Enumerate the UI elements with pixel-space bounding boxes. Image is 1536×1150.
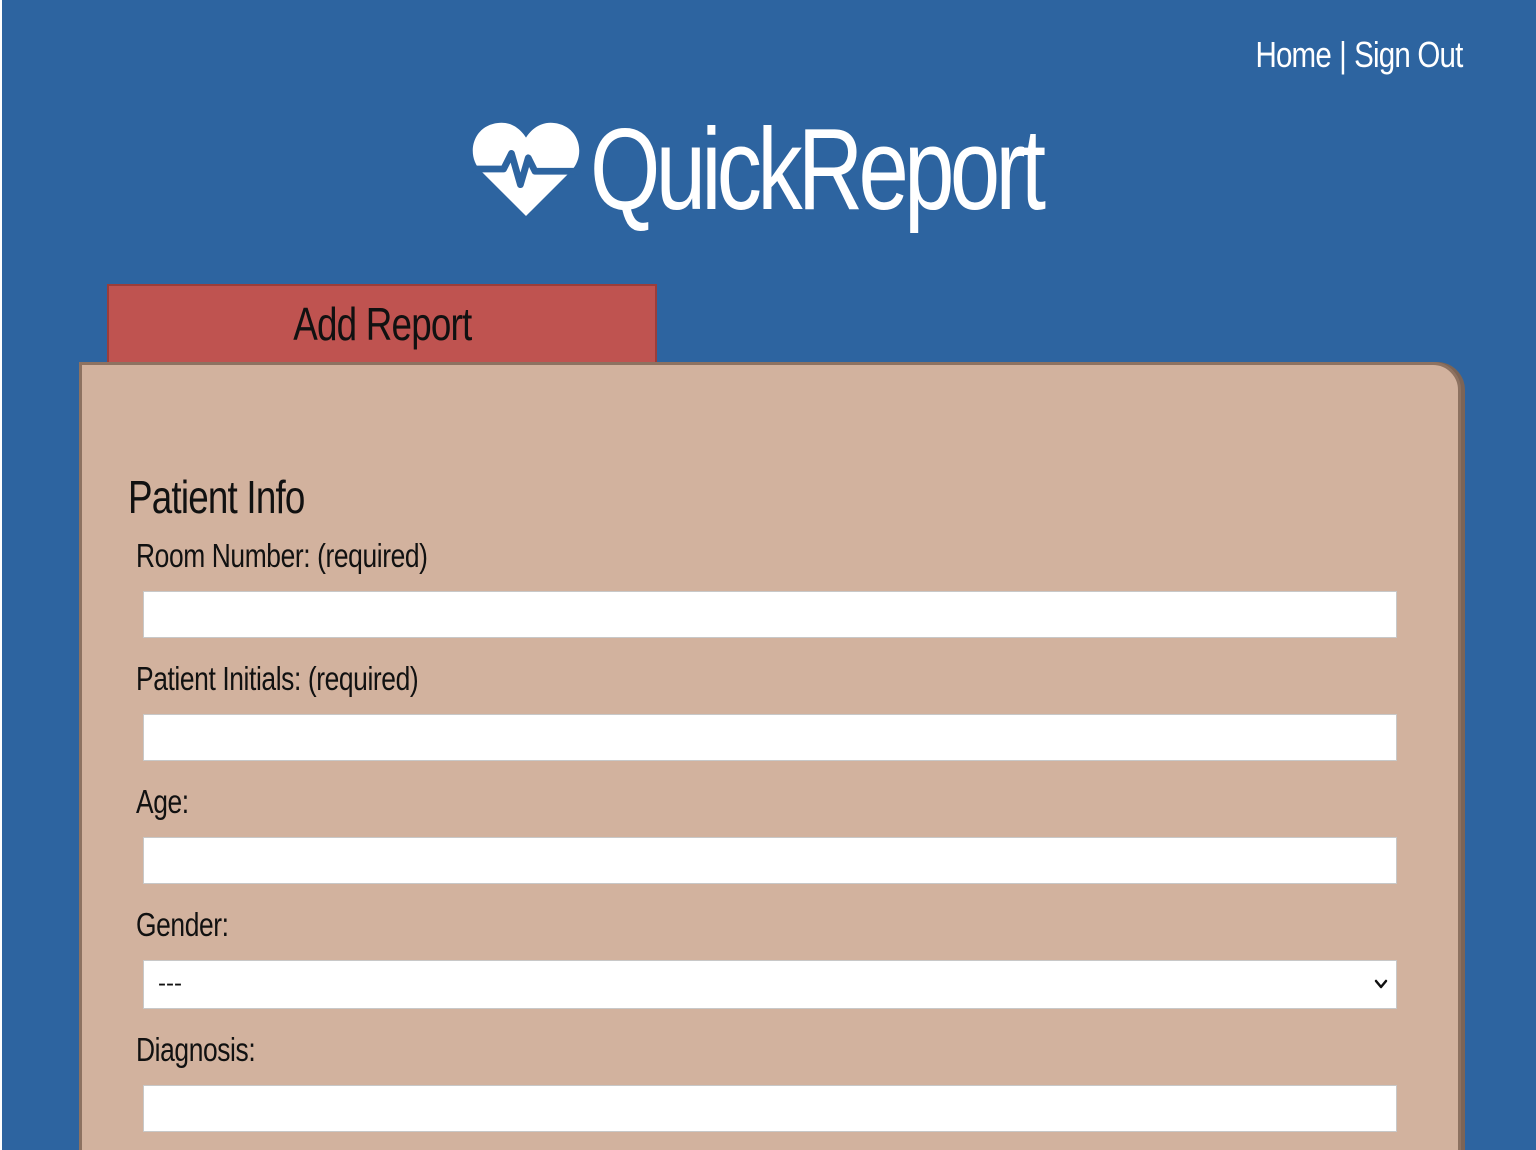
gender-label: Gender:	[136, 906, 229, 943]
home-link[interactable]: Home	[1255, 34, 1331, 75]
tab-add-report-label: Add Report	[292, 298, 472, 350]
brand-name: QuickReport	[590, 104, 1046, 234]
page: Home | Sign Out QuickReport Add Report Pat…	[0, 0, 1536, 1150]
gender-select[interactable]: ---	[143, 960, 1397, 1009]
left-edge-divider	[0, 0, 2, 1150]
heart-pulse-icon	[471, 122, 581, 217]
section-title-patient-info: Patient Info	[128, 471, 305, 523]
sign-out-link[interactable]: Sign Out	[1354, 34, 1463, 75]
top-navigation: Home | Sign Out	[1255, 34, 1463, 76]
tab-add-report[interactable]: Add Report	[107, 284, 657, 362]
brand-logo: QuickReport	[470, 104, 1169, 234]
diagnosis-label: Diagnosis:	[136, 1031, 256, 1068]
room-number-input[interactable]	[143, 591, 1397, 638]
gender-selected-value: ---	[158, 970, 182, 997]
age-label: Age:	[136, 783, 189, 820]
patient-initials-label: Patient Initials: (required)	[136, 660, 419, 697]
room-number-label: Room Number: (required)	[136, 537, 428, 574]
patient-initials-input[interactable]	[143, 714, 1397, 761]
diagnosis-input[interactable]	[143, 1085, 1397, 1132]
nav-separator: |	[1338, 34, 1347, 75]
chevron-down-icon	[1374, 979, 1388, 989]
age-input[interactable]	[143, 837, 1397, 884]
